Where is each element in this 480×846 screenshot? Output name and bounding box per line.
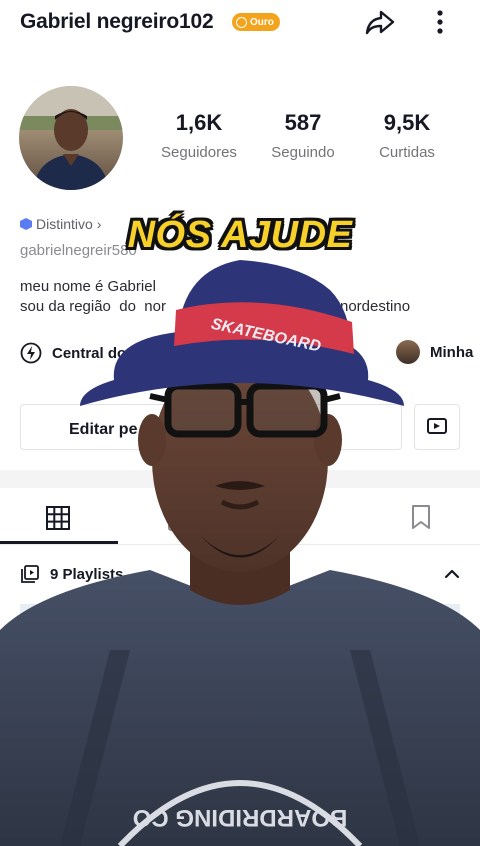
creator-overlay: BOARDRIDING CO SKATEBOARD — [0, 260, 480, 846]
badge-label: Ouro — [250, 16, 274, 28]
likes-label: Curtidas — [379, 144, 435, 161]
share-arrow-icon[interactable] — [364, 6, 396, 38]
likes-count: 9,5K — [383, 110, 431, 135]
stat-following[interactable]: 587 Seguindo — [248, 110, 358, 161]
stat-followers[interactable]: 1,6K Seguidores — [144, 110, 254, 161]
following-label: Seguindo — [271, 144, 335, 161]
video-caption: NÓS AJUDE — [127, 214, 353, 256]
gold-badge[interactable]: Ouro — [232, 13, 280, 31]
badge-icon — [236, 16, 247, 28]
stat-likes[interactable]: 9,5K Curtidas — [352, 110, 462, 161]
avatar[interactable] — [19, 86, 123, 190]
following-count: 587 — [284, 110, 322, 135]
vertical-dots-icon[interactable] — [426, 6, 454, 38]
followers-label: Seguidores — [161, 144, 237, 161]
followers-count: 1,6K — [175, 110, 223, 135]
profile-username: Gabriel negreiro102 — [20, 10, 214, 33]
shirt-text: BOARDRIDING CO — [133, 804, 348, 831]
